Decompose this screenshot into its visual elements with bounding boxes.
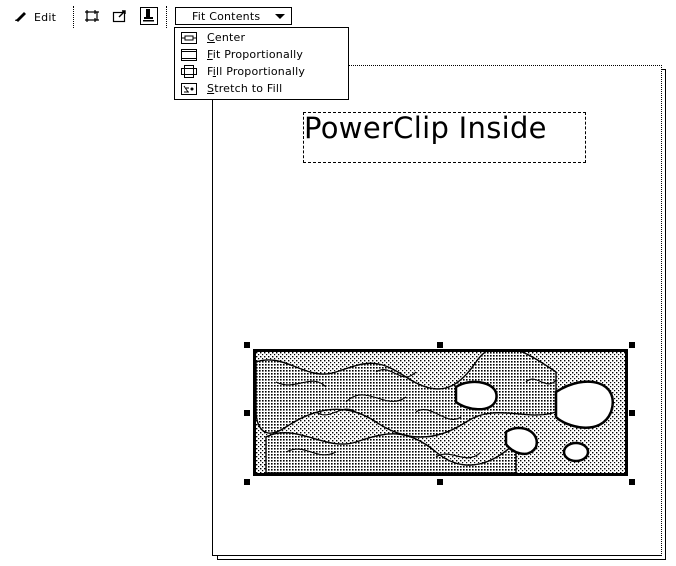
lock-contents-icon [142, 7, 156, 26]
pencil-icon [14, 10, 28, 25]
powerclip-image [256, 352, 625, 473]
selection-handle-middle-left[interactable] [244, 410, 250, 416]
extract-contents-button[interactable] [111, 8, 129, 26]
center-icon [181, 31, 197, 44]
fit-proportionally-icon [181, 48, 197, 61]
selection-handle-bottom-right[interactable] [629, 479, 635, 485]
edit-label: Edit [34, 10, 57, 24]
fill-proportionally-icon [181, 65, 197, 78]
selection-handle-bottom-left[interactable] [244, 479, 250, 485]
fit-contents-value: Fit Contents [192, 9, 261, 23]
edit-contents-button[interactable]: Edit [14, 8, 56, 26]
powerclip-image-container[interactable] [253, 349, 628, 476]
fit-contents-menu: Center Fit Proportionally Fill Proportio… [174, 27, 349, 100]
menu-item-fill-proportionally[interactable]: Fill Proportionally [175, 63, 348, 80]
select-powerclip-frame-button[interactable] [83, 8, 101, 26]
stretch-to-fill-icon [181, 82, 197, 95]
menu-item-fit-proportionally[interactable]: Fit Proportionally [175, 46, 348, 63]
selection-handle-top-left[interactable] [244, 342, 250, 348]
menu-item-stretch-to-fill[interactable]: Stretch to Fill [175, 80, 348, 97]
chevron-down-icon [275, 14, 285, 19]
lock-contents-button[interactable] [140, 7, 158, 25]
extract-icon [112, 8, 128, 27]
toolbar-separator [73, 6, 75, 28]
selection-handle-top-middle[interactable] [437, 342, 443, 348]
selection-handle-top-right[interactable] [629, 342, 635, 348]
menu-item-center[interactable]: Center [175, 29, 348, 46]
toolbar-separator [166, 6, 168, 28]
powerclip-title-text[interactable]: PowerClip Inside [303, 112, 586, 163]
selection-handle-bottom-middle[interactable] [437, 479, 443, 485]
crop-frame-icon [84, 8, 100, 27]
fit-contents-dropdown[interactable]: Fit Contents [175, 7, 292, 25]
selection-handle-middle-right[interactable] [629, 410, 635, 416]
